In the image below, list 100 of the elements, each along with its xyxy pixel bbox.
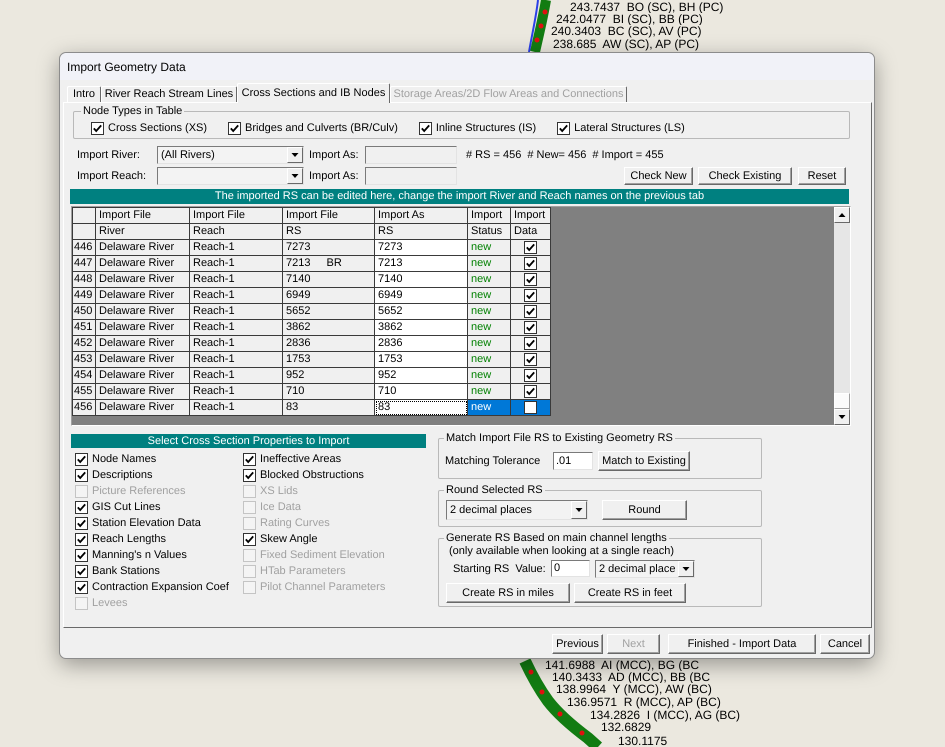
station-label: 138.9964 Y (MCC), AW (BC) [556, 683, 712, 695]
checkbox[interactable] [228, 122, 242, 134]
option-label: Pilot Channel Parameters [260, 582, 386, 592]
row-header: 451 [72, 320, 96, 336]
option-label: Skew Angle [260, 534, 318, 544]
table-cell[interactable]: 952 [374, 368, 468, 384]
input-field[interactable]: .01 [553, 452, 593, 470]
option-label: Rating Curves [260, 518, 330, 528]
table-cell: Delaware River [96, 320, 190, 336]
table-cell[interactable]: 7213 [374, 256, 468, 272]
checkbox[interactable] [557, 122, 570, 134]
status-cell: new [468, 400, 510, 416]
tab[interactable]: River Reach Stream Lines [101, 86, 237, 102]
count-text: # New= 456 [527, 150, 586, 160]
scroll-up-icon[interactable] [834, 207, 850, 223]
dropdown[interactable]: 2 decimal places [446, 500, 588, 520]
table-cell[interactable]: 2836 [374, 336, 468, 352]
checkbox[interactable] [243, 468, 256, 482]
checkbox[interactable] [524, 257, 537, 270]
status-cell: new [468, 368, 510, 384]
input-field[interactable]: 0 [551, 560, 590, 577]
group-title: Match Import File RS to Existing Geometry RS [445, 432, 674, 445]
count-text: # Import = 455 [592, 150, 664, 160]
caret-icon[interactable] [287, 168, 303, 184]
reset-button[interactable]: Reset [798, 167, 846, 185]
round-button[interactable]: Round [602, 500, 687, 520]
checkbox[interactable] [243, 452, 256, 466]
create-feet-button[interactable]: Create RS in feet [574, 583, 686, 603]
match-button[interactable]: Match to Existing [598, 451, 690, 471]
checkbox[interactable] [75, 580, 88, 594]
dropdown[interactable] [157, 167, 304, 185]
dropdown[interactable]: (All Rivers) [157, 146, 304, 164]
table-caption: The imported RS can be edited here, change the import River and Reach names on the previous tab [70, 189, 849, 204]
caret-icon[interactable] [571, 501, 587, 519]
station-label: 136.9571 R (MCC), AP (BC) [567, 696, 721, 708]
checkbox[interactable] [75, 564, 88, 578]
table-cell: Reach-1 [190, 256, 282, 272]
checkbox[interactable] [418, 122, 432, 134]
checkbox[interactable] [75, 532, 88, 546]
checkbox[interactable] [524, 273, 537, 286]
status-cell: new [468, 272, 510, 288]
row-header: 452 [72, 336, 96, 352]
row-header: 448 [72, 272, 96, 288]
table-cell[interactable]: 7273 [374, 240, 468, 256]
caret-icon[interactable] [678, 561, 694, 577]
checkbox[interactable] [524, 385, 537, 398]
option-label: Bank Stations [92, 566, 160, 576]
checkbox[interactable] [75, 548, 88, 562]
status-cell: new [468, 256, 510, 272]
finish-button[interactable]: Finished - Import Data [668, 634, 816, 654]
tab[interactable]: Intro [67, 86, 101, 102]
checkbox[interactable] [524, 353, 537, 366]
column-header: Import File [190, 208, 282, 224]
check-existing-button[interactable]: Check Existing [698, 167, 792, 185]
rs-value: 7140 [286, 274, 310, 285]
cancel-button[interactable]: Cancel [820, 634, 870, 654]
table-cell[interactable]: 710 [374, 384, 468, 400]
table-cell[interactable]: 6949 [374, 288, 468, 304]
row-header: 454 [72, 368, 96, 384]
table-cell[interactable]: 1753 [374, 352, 468, 368]
checkbox[interactable] [524, 305, 537, 318]
check-new-button[interactable]: Check New [624, 167, 693, 185]
checkbox[interactable] [75, 500, 88, 514]
rs-value: 1753 [286, 354, 310, 365]
scrollbar[interactable] [834, 207, 850, 425]
checkbox[interactable] [524, 289, 537, 302]
create-miles-button[interactable]: Create RS in miles [446, 583, 570, 603]
table-cell: Delaware River [96, 288, 190, 304]
column-header: Status [468, 224, 510, 240]
table-cell[interactable]: 3862 [374, 320, 468, 336]
previous-button[interactable]: Previous [552, 634, 603, 654]
dropdown[interactable]: 2 decimal place [595, 560, 695, 578]
caret-icon[interactable] [287, 147, 303, 163]
table-cell[interactable]: 5652 [374, 304, 468, 320]
field-label: Import River: [77, 150, 141, 160]
checkbox[interactable] [524, 337, 537, 350]
checkbox[interactable] [524, 241, 537, 254]
option-label: Levees [92, 598, 128, 608]
tab[interactable]: Cross Sections and IB Nodes [237, 83, 390, 103]
scrollbar-thumb[interactable] [834, 393, 850, 409]
table-cell[interactable]: 83 [374, 400, 468, 416]
section-header: Select Cross Section Properties to Import [71, 434, 426, 448]
option-label: Inline Structures (IS) [436, 122, 536, 134]
table-cell[interactable]: 7140 [374, 272, 468, 288]
checkbox[interactable] [91, 122, 104, 134]
table-cell: Reach-1 [190, 288, 282, 304]
scroll-down-icon[interactable] [834, 409, 850, 425]
checkbox[interactable] [524, 321, 537, 334]
station-label: 242.0477 BI (SC), BB (PC) [556, 13, 703, 25]
checkbox[interactable] [75, 452, 88, 466]
checkbox[interactable] [524, 401, 537, 414]
checkbox[interactable] [243, 532, 256, 546]
checkbox[interactable] [75, 516, 88, 530]
table-cell: Delaware River [96, 400, 190, 416]
table-cell: Delaware River [96, 368, 190, 384]
checkbox[interactable] [524, 369, 537, 382]
checkbox[interactable] [75, 468, 88, 482]
field-label: Import As: [309, 170, 360, 182]
column-header: Import [510, 208, 550, 224]
status-cell: new [468, 304, 510, 320]
